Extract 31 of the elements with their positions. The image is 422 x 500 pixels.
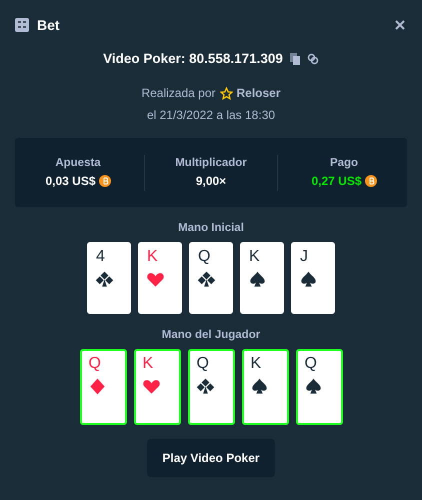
stat-label: Multiplicador <box>175 157 247 169</box>
bitcoin-icon <box>364 175 377 187</box>
bitcoin-icon <box>98 175 111 187</box>
window-title: Bet <box>37 16 60 32</box>
bet-list-icon <box>15 18 29 32</box>
stat-value: 9,00× <box>196 174 226 188</box>
placed-by-label: Realizada por <box>141 86 216 100</box>
card-rank: Q <box>196 355 209 373</box>
close-icon[interactable] <box>394 18 406 30</box>
bet-date: el 21/3/2022 a las 18:30 <box>146 108 276 122</box>
hand-title: Mano del Jugador <box>162 329 260 341</box>
link-icon[interactable] <box>306 52 319 64</box>
card-rank: J <box>300 248 308 266</box>
card-rank: Q <box>304 355 317 373</box>
card-rank: K <box>147 248 158 266</box>
stat-label: Apuesta <box>55 157 101 169</box>
card-rank: K <box>249 248 260 266</box>
stat-label: Pago <box>330 157 358 169</box>
username[interactable]: Reloser <box>236 86 281 100</box>
play-button[interactable]: Play Video Poker <box>147 439 275 477</box>
card-rank: Q <box>88 355 101 373</box>
game-id: Video Poker: 80.558.171.309 <box>103 51 283 66</box>
card-rank: Q <box>198 248 210 266</box>
card-rank: K <box>142 355 154 373</box>
stat-value: 0,27 US$ <box>311 174 362 188</box>
card-rank: K <box>250 355 262 373</box>
stat-value: 0,03 US$ <box>45 174 96 188</box>
copy-icon[interactable] <box>288 52 301 64</box>
card-rank: 4 <box>96 248 105 266</box>
hand-title: Mano Inicial <box>178 222 244 234</box>
star-icon <box>220 86 232 100</box>
